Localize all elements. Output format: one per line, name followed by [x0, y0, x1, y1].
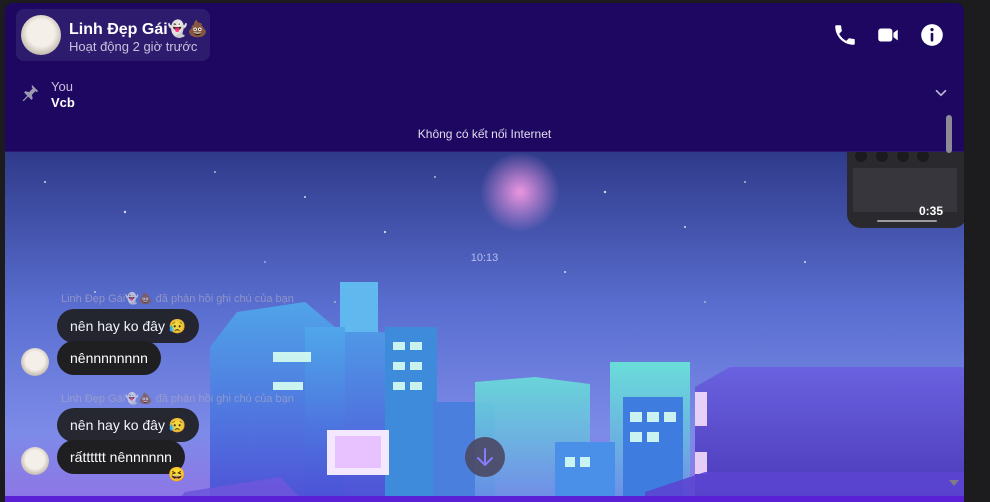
composer-bar-edge: [5, 496, 964, 502]
video-call-icon[interactable]: [875, 22, 901, 48]
contact-name[interactable]: Linh Đẹp Gái👻💩: [69, 19, 208, 39]
video-thumbnail: [847, 152, 964, 228]
phone-icon[interactable]: [832, 22, 858, 48]
video-message[interactable]: 0:35: [847, 152, 964, 228]
message-bubble[interactable]: rấtttttt nênnnnnn: [57, 440, 185, 474]
contact-status: Hoạt động 2 giờ trước: [69, 39, 198, 54]
messenger-window: Linh Đẹp Gái👻💩 Hoạt động 2 giờ trước You…: [5, 3, 964, 502]
message-bubble[interactable]: nênnnnnnnn: [57, 341, 161, 375]
network-status: Không có kết nối Internet: [417, 127, 552, 141]
quoted-note-bubble[interactable]: nên hay ko đây 😥: [57, 309, 200, 343]
video-duration: 0:35: [918, 204, 943, 218]
contact-avatar[interactable]: [21, 15, 61, 55]
pinned-text: Vcb: [51, 95, 75, 110]
scroll-to-bottom-button[interactable]: [465, 437, 505, 477]
quoted-note-bubble[interactable]: nên hay ko đây 😥: [57, 408, 200, 442]
sender-avatar[interactable]: [21, 447, 49, 475]
scrollbar-down-arrow[interactable]: [948, 478, 960, 488]
chat-header: Linh Đẹp Gái👻💩 Hoạt động 2 giờ trước You…: [5, 3, 964, 151]
message-timestamp: 10:13: [470, 252, 499, 264]
pinned-author: You: [51, 79, 73, 94]
arrow-down-icon: [477, 448, 493, 466]
reply-label: Linh Đẹp Gái👻💩 đã phản hồi ghi chú của b…: [61, 393, 294, 405]
pin-icon: [22, 84, 39, 102]
message-reaction[interactable]: 😆: [168, 465, 185, 483]
reply-label: Linh Đẹp Gái👻💩 đã phản hồi ghi chú của b…: [61, 293, 294, 305]
sender-avatar[interactable]: [21, 348, 49, 376]
chat-area[interactable]: 0:35 10:13 Linh Đẹp Gái👻💩 đã phản hồi gh…: [5, 151, 964, 502]
contact-card[interactable]: Linh Đẹp Gái👻💩 Hoạt động 2 giờ trước: [16, 9, 210, 61]
info-icon[interactable]: [919, 22, 945, 48]
scrollbar-thumb[interactable]: [946, 115, 952, 153]
pinned-message-bar[interactable]: You Vcb: [5, 68, 964, 116]
chevron-down-icon[interactable]: [932, 84, 950, 102]
